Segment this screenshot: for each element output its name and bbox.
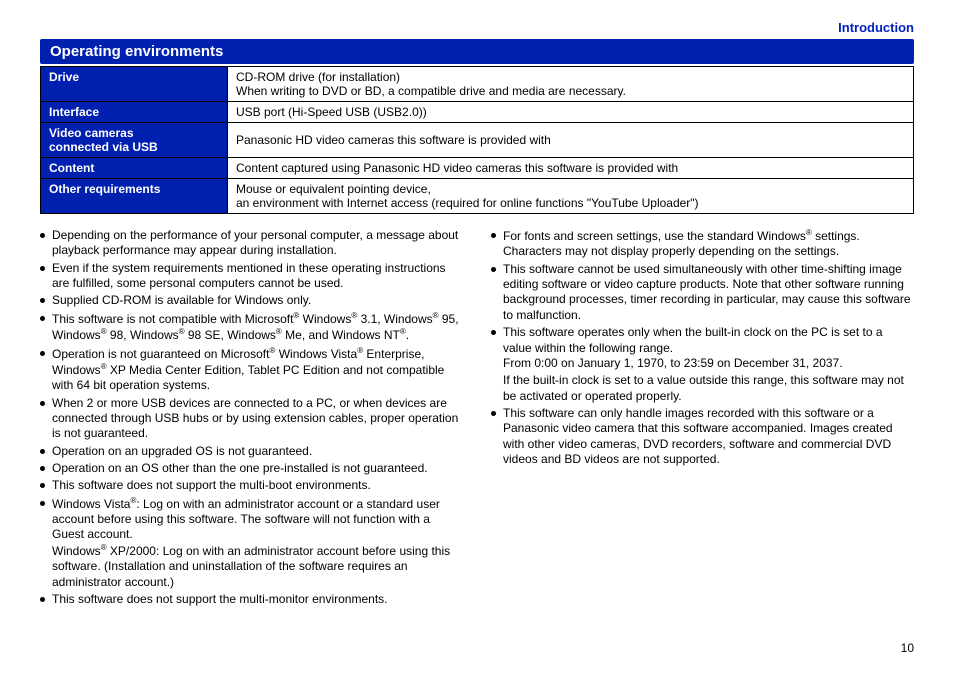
list-item: This software can only handle images rec… xyxy=(491,406,914,467)
text: This software is not compatible with Mic… xyxy=(52,312,293,326)
text: 98, Windows xyxy=(107,328,179,342)
notes-columns: Depending on the performance of your per… xyxy=(40,228,914,609)
row-label: Video cameras connected via USB xyxy=(41,123,228,158)
notes-left-column: Depending on the performance of your per… xyxy=(40,228,463,609)
list-item: Operation is not guaranteed on Microsoft… xyxy=(40,346,463,394)
row-label: Drive xyxy=(41,67,228,102)
requirements-table: Drive CD-ROM drive (for installation) Wh… xyxy=(40,66,914,214)
breadcrumb: Introduction xyxy=(40,20,914,35)
notes-right-column: For fonts and screen settings, use the s… xyxy=(491,228,914,609)
list-item: This software cannot be used simultaneou… xyxy=(491,262,914,323)
text: 3.1, Windows xyxy=(357,312,432,326)
list-item: Depending on the performance of your per… xyxy=(40,228,463,259)
row-label: Other requirements xyxy=(41,179,228,214)
list-item: Supplied CD-ROM is available for Windows… xyxy=(40,293,463,308)
list-item: When 2 or more USB devices are connected… xyxy=(40,396,463,442)
row-label: Content xyxy=(41,158,228,179)
list-item: Even if the system requirements mentione… xyxy=(40,261,463,292)
text: . xyxy=(406,328,409,342)
list-item: This software operates only when the bui… xyxy=(491,325,914,404)
list-item: This software is not compatible with Mic… xyxy=(40,311,463,344)
section-title-bar: Operating environments xyxy=(40,39,914,64)
text: Video cameras xyxy=(49,126,134,140)
text: Windows Vista xyxy=(275,347,357,361)
list-sub-item: From 0:00 on January 1, 1970, to 23:59 o… xyxy=(503,356,914,371)
text: Windows xyxy=(52,544,101,558)
list-item: This software does not support the multi… xyxy=(40,478,463,493)
row-value: CD-ROM drive (for installation) When wri… xyxy=(228,67,914,102)
text: XP/2000: Log on with an administrator ac… xyxy=(52,544,450,589)
text: This software operates only when the bui… xyxy=(503,325,883,354)
list-sub-item: If the built-in clock is set to a value … xyxy=(503,373,914,404)
text: CD-ROM drive (for installation) xyxy=(236,70,400,84)
text: XP Media Center Edition, Tablet PC Editi… xyxy=(52,363,444,392)
table-row: Interface USB port (Hi-Speed USB (USB2.0… xyxy=(41,102,914,123)
text: Operation is not guaranteed on Microsoft xyxy=(52,347,269,361)
row-value: Mouse or equivalent pointing device, an … xyxy=(228,179,914,214)
text: Windows Vista xyxy=(52,497,130,511)
list-sub-item: Windows® XP/2000: Log on with an adminis… xyxy=(52,543,463,590)
text: Me, and Windows NT xyxy=(282,328,400,342)
text: When writing to DVD or BD, a compatible … xyxy=(236,84,626,98)
list-item: This software does not support the multi… xyxy=(40,592,463,607)
text: For fonts and screen settings, use the s… xyxy=(503,229,806,243)
text: 98 SE, Windows xyxy=(185,328,276,342)
text: Mouse or equivalent pointing device, xyxy=(236,182,431,196)
list-item: Windows Vista®: Log on with an administr… xyxy=(40,496,463,590)
table-row: Video cameras connected via USB Panasoni… xyxy=(41,123,914,158)
list-item: Operation on an upgraded OS is not guara… xyxy=(40,444,463,459)
row-value: Panasonic HD video cameras this software… xyxy=(228,123,914,158)
page-number: 10 xyxy=(901,641,914,655)
list-item: For fonts and screen settings, use the s… xyxy=(491,228,914,260)
list-item: Operation on an OS other than the one pr… xyxy=(40,461,463,476)
row-value: Content captured using Panasonic HD vide… xyxy=(228,158,914,179)
table-row: Other requirements Mouse or equivalent p… xyxy=(41,179,914,214)
text: an environment with Internet access (req… xyxy=(236,196,699,210)
row-value: USB port (Hi-Speed USB (USB2.0)) xyxy=(228,102,914,123)
table-row: Content Content captured using Panasonic… xyxy=(41,158,914,179)
table-row: Drive CD-ROM drive (for installation) Wh… xyxy=(41,67,914,102)
text: connected via USB xyxy=(49,140,158,154)
text: Windows xyxy=(299,312,351,326)
row-label: Interface xyxy=(41,102,228,123)
